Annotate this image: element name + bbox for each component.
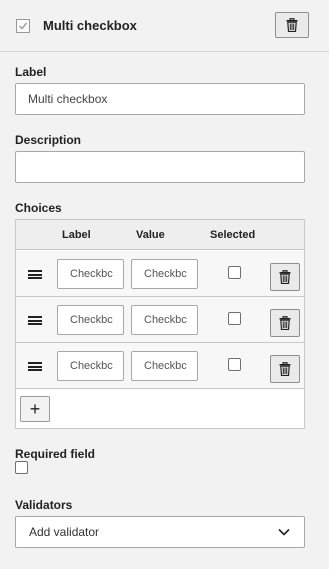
drag-handle-icon[interactable] xyxy=(28,362,42,371)
description-field-label: Description xyxy=(15,133,82,147)
column-header-selected: Selected xyxy=(210,229,256,241)
choices-header-row: Label Value Selected xyxy=(16,220,304,250)
description-input[interactable] xyxy=(15,151,305,183)
form-field-editor: Multi checkbox Label Multi checkbox Desc… xyxy=(0,0,329,569)
choice-row: Checkbc Checkbc xyxy=(16,297,304,343)
validator-select[interactable]: Add validator xyxy=(15,516,305,548)
drag-handle-icon[interactable] xyxy=(28,270,42,279)
add-choice-button[interactable]: + xyxy=(20,396,50,422)
choices-table: Label Value Selected Checkbc Checkbc Che… xyxy=(15,219,305,429)
choice-selected-checkbox[interactable] xyxy=(228,266,241,279)
choice-label-input[interactable]: Checkbc xyxy=(57,351,124,381)
column-header-label: Label xyxy=(62,229,91,241)
choice-value-input[interactable]: Checkbc xyxy=(131,351,198,381)
drag-handle-icon[interactable] xyxy=(28,316,42,325)
trash-icon xyxy=(286,18,298,32)
validator-select-value: Add validator xyxy=(29,525,100,539)
field-title: Multi checkbox xyxy=(43,18,137,33)
label-field-label: Label xyxy=(15,65,47,79)
field-header: Multi checkbox xyxy=(0,0,329,52)
choice-selected-checkbox[interactable] xyxy=(228,312,241,325)
choice-selected-checkbox[interactable] xyxy=(228,358,241,371)
column-header-value: Value xyxy=(136,229,165,241)
validators-label: Validators xyxy=(15,498,73,512)
trash-icon xyxy=(279,270,291,284)
required-field-label: Required field xyxy=(15,447,96,461)
choice-value-input[interactable]: Checkbc xyxy=(131,305,198,335)
choice-label-input[interactable]: Checkbc xyxy=(57,259,124,289)
label-input[interactable]: Multi checkbox xyxy=(15,83,305,115)
required-checkbox[interactable] xyxy=(15,461,28,474)
choice-value-input[interactable]: Checkbc xyxy=(131,259,198,289)
delete-choice-button[interactable] xyxy=(270,309,300,337)
trash-icon xyxy=(279,316,291,330)
checkbox-icon xyxy=(16,19,30,33)
choice-row: Checkbc Checkbc xyxy=(16,251,304,297)
choice-label-input[interactable]: Checkbc xyxy=(57,305,124,335)
delete-field-button[interactable] xyxy=(275,12,309,38)
delete-choice-button[interactable] xyxy=(270,263,300,291)
choice-row: Checkbc Checkbc xyxy=(16,343,304,389)
choices-label: Choices xyxy=(15,201,62,215)
delete-choice-button[interactable] xyxy=(270,355,300,383)
trash-icon xyxy=(279,362,291,376)
chevron-down-icon xyxy=(278,528,290,536)
